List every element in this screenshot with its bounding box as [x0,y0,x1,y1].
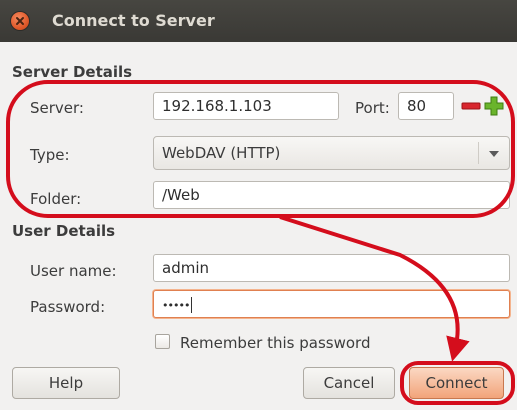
folder-input[interactable]: /Web [153,181,510,209]
dropdown-separator [478,142,479,164]
plus-icon [484,96,504,116]
connect-button[interactable]: Connect [409,367,504,399]
text-cursor [191,296,193,313]
title-bar: Connect to Server [0,0,517,42]
port-label: Port: [355,99,390,117]
password-mask: ••••• [162,299,190,312]
cancel-button[interactable]: Cancel [303,367,395,399]
chevron-down-icon [489,151,499,157]
close-icon [16,17,24,25]
user-details-heading: User Details [12,222,116,240]
annotation-arrow [279,215,470,362]
type-dropdown[interactable]: WebDAV (HTTP) [153,136,510,170]
server-label: Server: [30,99,84,117]
folder-label: Folder: [30,190,82,208]
server-details-heading: Server Details [12,63,133,81]
password-input[interactable]: ••••• [153,290,510,318]
type-label: Type: [30,146,70,164]
remember-password-label[interactable]: Remember this password [180,334,370,352]
remember-password-checkbox[interactable] [155,334,170,349]
username-label: User name: [30,262,117,280]
password-label: Password: [30,298,106,316]
server-input[interactable]: 192.168.1.103 [153,92,339,120]
port-decrement-button[interactable] [461,94,481,118]
window-title: Connect to Server [52,11,215,30]
type-dropdown-value: WebDAV (HTTP) [162,144,281,162]
minus-icon [461,102,481,110]
username-input[interactable]: admin [153,254,510,282]
port-increment-button[interactable] [484,94,504,118]
port-input[interactable]: 80 [398,92,454,120]
close-button[interactable] [11,12,29,30]
help-button[interactable]: Help [12,367,120,399]
